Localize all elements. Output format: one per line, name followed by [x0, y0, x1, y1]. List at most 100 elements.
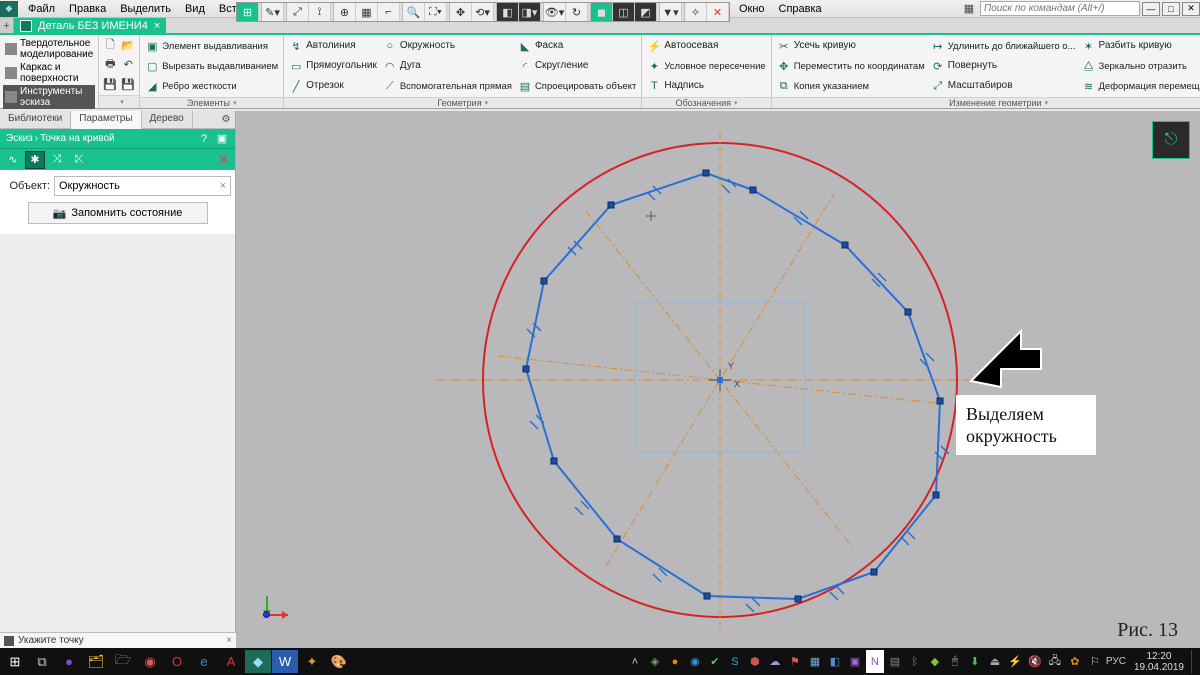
save-icon[interactable]: 💾 [101, 75, 119, 93]
doc-tab-active[interactable]: Деталь БЕЗ ИМЕНИ4 × [14, 18, 166, 33]
tray-flag-icon[interactable]: ⚐ [1086, 650, 1104, 673]
btn-cond-inter[interactable]: ✦Условное пересечение [644, 56, 768, 76]
vt-shade1-icon[interactable]: ◼ [591, 3, 613, 21]
remember-state-button[interactable]: 📷 Запомнить состояние [28, 202, 208, 224]
saveall-icon[interactable]: 💾 [119, 75, 137, 93]
btn-text[interactable]: TНадпись [644, 76, 768, 96]
tray-i10[interactable]: ▣ [846, 650, 864, 673]
doc-tab-close-icon[interactable]: × [154, 20, 160, 32]
vt-shade3-icon[interactable]: ◩ [635, 3, 657, 21]
btn-extrude[interactable]: ▣Элемент выдавливания [142, 36, 281, 56]
tray-skype-icon[interactable]: S [726, 650, 744, 673]
btn-project[interactable]: ▤Спроецировать объект [515, 76, 639, 96]
tray-bt-icon[interactable]: ᛒ [906, 650, 924, 673]
tray-i14[interactable]: ⬇ [966, 650, 984, 673]
btn-segment[interactable]: ╱Отрезок [286, 76, 380, 96]
tb-autocad-icon[interactable]: A [218, 650, 244, 673]
tb-kompas-icon[interactable]: ◆ [245, 650, 271, 673]
canvas[interactable]: Y X ⎋ Выделяем окружность Рис. 13 [236, 111, 1200, 648]
tray-i13[interactable]: 🖰 [946, 650, 964, 673]
close-button[interactable]: ✕ [1182, 2, 1200, 16]
vt-grid-icon[interactable]: ▦ [356, 3, 378, 21]
command-search-input[interactable] [980, 1, 1140, 16]
vt-dim2-icon[interactable]: ⟟ [309, 3, 331, 21]
tray-i4[interactable]: ✔ [706, 650, 724, 673]
tray-vol-icon[interactable]: 🔇 [1026, 650, 1044, 673]
btn-deform[interactable]: ≋Деформация перемещение [1078, 76, 1200, 96]
btn-rib[interactable]: ◢Ребро жесткости [142, 76, 281, 96]
tray-onenote-icon[interactable]: N [866, 650, 884, 673]
btn-move[interactable]: ✥Переместить по координатам [774, 56, 928, 76]
lang-indicator[interactable]: РУС [1106, 650, 1126, 673]
menu-window[interactable]: Окно [733, 2, 771, 16]
tb-browser-icon[interactable]: ● [56, 650, 82, 673]
tb-app2-icon[interactable]: ◉ [137, 650, 163, 673]
btn-trim[interactable]: ✂Усечь кривую [774, 36, 928, 56]
mode2-icon[interactable]: ✱ [25, 151, 45, 169]
tray-net-icon[interactable]: 🖧 [1046, 650, 1064, 673]
sketch-exit-button[interactable]: ⎋ [1152, 121, 1190, 159]
minimize-button[interactable]: — [1142, 2, 1160, 16]
tray-i7[interactable]: ⚑ [786, 650, 804, 673]
clock[interactable]: 12:20 19.04.2019 [1128, 651, 1190, 673]
btn-cut-extrude[interactable]: ▢Вырезать выдавливанием [142, 56, 281, 76]
btn-rect[interactable]: ▭Прямоугольник [286, 56, 380, 76]
btn-copy[interactable]: ⧉Копия указанием [774, 76, 928, 96]
vt-cube2-icon[interactable]: ◨▾ [519, 3, 541, 21]
btn-extend[interactable]: ↦Удлинить до ближайшего о... [928, 36, 1079, 56]
tray-i1[interactable]: ◈ [646, 650, 664, 673]
btn-arc[interactable]: ◠Дуга [380, 56, 515, 76]
mode-solid[interactable]: Твердотельное моделирование [3, 37, 95, 61]
btn-mirror[interactable]: ⧋Зеркально отразить [1078, 56, 1200, 76]
side-tab-params[interactable]: Параметры [71, 111, 141, 129]
vt-fit-icon[interactable]: ⛶▾ [425, 3, 447, 21]
btn-chamfer[interactable]: ◣Фаска [515, 36, 639, 56]
vt-sketchplane-icon[interactable]: ⊞ [237, 3, 259, 21]
mode1-icon[interactable]: ∿ [3, 151, 23, 169]
mode-surface[interactable]: Каркас и поверхности [3, 61, 95, 85]
hint-close-icon[interactable]: × [226, 635, 232, 646]
taskview-icon[interactable]: ⧉ [29, 650, 55, 673]
clear-object-icon[interactable]: × [220, 180, 226, 192]
tray-i9[interactable]: ◧ [826, 650, 844, 673]
tray-i2[interactable]: ● [666, 650, 684, 673]
tray-i6[interactable]: ☁ [766, 650, 784, 673]
btn-rotate[interactable]: ⟳Повернуть [928, 56, 1079, 76]
show-desktop[interactable] [1191, 650, 1197, 673]
btn-auxline[interactable]: ⟋Вспомогательная прямая [380, 76, 515, 96]
vt-ortho-icon[interactable]: ⌐ [378, 3, 400, 21]
new-icon[interactable]: 🗋 [101, 37, 119, 55]
menu-select[interactable]: Выделить [114, 2, 177, 16]
vt-zoom-icon[interactable]: 🔍 [403, 3, 425, 21]
mode3-icon[interactable]: ⤨ [47, 151, 67, 169]
tray-i5[interactable]: ⬢ [746, 650, 764, 673]
btn-scale[interactable]: ⤢Масштабиров [928, 76, 1079, 96]
help-icon[interactable]: ? [197, 132, 211, 146]
side-tab-tree[interactable]: Дерево [142, 111, 193, 128]
vt-pan-icon[interactable]: ✥ [450, 3, 472, 21]
btn-circle[interactable]: ○Окружность [380, 36, 515, 56]
maximize-button[interactable]: □ [1162, 2, 1180, 16]
tray-i17[interactable]: ✿ [1066, 650, 1084, 673]
vt-filter-icon[interactable]: ▼▾ [660, 3, 682, 21]
tb-edge-icon[interactable]: e [191, 650, 217, 673]
tb-paint-icon[interactable]: 🎨 [326, 650, 352, 673]
vt-dim1-icon[interactable]: ⤢ [287, 3, 309, 21]
btn-fillet[interactable]: ◜Скругление [515, 56, 639, 76]
tb-explorer-icon[interactable]: 🗂 [83, 650, 109, 673]
mode-sketch[interactable]: Инструменты эскиза [3, 85, 95, 109]
vt-orbit-icon[interactable]: ⟲▾ [472, 3, 494, 21]
windows-start-icon[interactable]: ⊞ [2, 650, 28, 673]
vt-cube1-icon[interactable]: ◧ [497, 3, 519, 21]
vt-eye-icon[interactable]: 👁▾ [544, 3, 566, 21]
tb-opera-icon[interactable]: O [164, 650, 190, 673]
menu-help[interactable]: Справка [773, 2, 828, 16]
vt-pencil-icon[interactable]: ✎▾ [262, 3, 284, 21]
tray-i8[interactable]: ▦ [806, 650, 824, 673]
tray-i15[interactable]: ⏏ [986, 650, 1004, 673]
breadcrumb-root[interactable]: Эскиз [6, 133, 33, 144]
vt-shade2-icon[interactable]: ◫ [613, 3, 635, 21]
layout-icon[interactable]: ▦ [960, 0, 978, 18]
btn-autoaxis[interactable]: ⚡Автоосевая [644, 36, 768, 56]
tray-i16[interactable]: ⚡ [1006, 650, 1024, 673]
